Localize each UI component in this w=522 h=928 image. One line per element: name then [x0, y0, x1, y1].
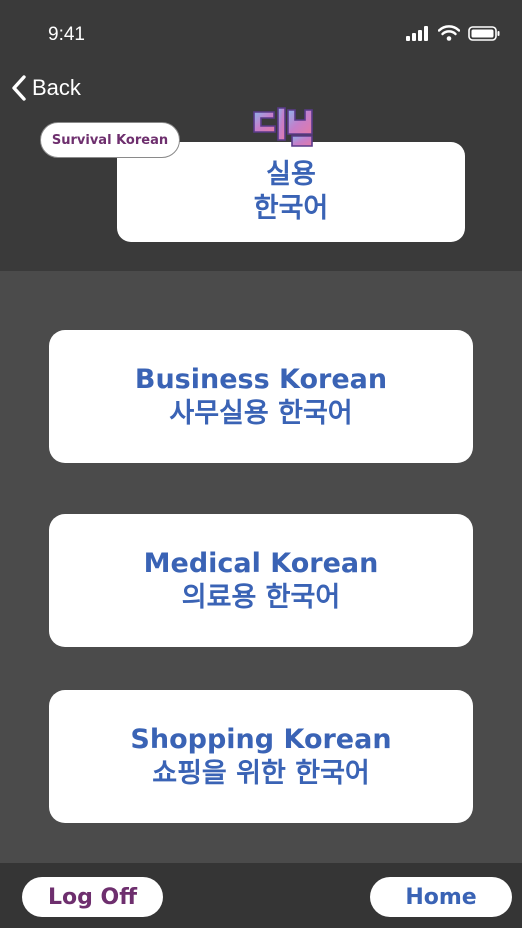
medical-korean-button[interactable]: Medical Korean 의료용 한국어 — [49, 514, 473, 647]
menu-item-subtitle: 쇼핑을 위한 한국어 — [152, 757, 370, 789]
logo-text-line2: 한국어 — [253, 193, 329, 224]
logo-text-line1: 실용 — [266, 159, 316, 190]
home-button[interactable]: Home — [370, 877, 512, 917]
battery-icon — [468, 25, 500, 41]
signal-icon — [406, 25, 428, 41]
menu-item-title: Shopping Korean — [130, 723, 392, 755]
wifi-icon — [438, 25, 460, 41]
footer: Log Off Home — [0, 863, 522, 928]
business-korean-button[interactable]: Business Korean 사무실용 한국어 — [49, 330, 473, 463]
menu-item-title: Medical Korean — [143, 547, 379, 579]
menu-item-title: Business Korean — [134, 363, 388, 395]
shopping-korean-button[interactable]: Shopping Korean 쇼핑을 위한 한국어 — [49, 690, 473, 823]
back-button[interactable]: Back — [10, 74, 81, 102]
header: 9:41 Back 실용 한국어 Survival Korean — [0, 0, 522, 271]
status-icons — [406, 25, 500, 41]
log-off-button[interactable]: Log Off — [22, 877, 163, 917]
menu-item-subtitle: 의료용 한국어 — [181, 581, 341, 613]
main-menu: Business Korean 사무실용 한국어 Medical Korean … — [0, 271, 522, 863]
menu-item-subtitle: 사무실용 한국어 — [169, 397, 353, 429]
survival-korean-badge: Survival Korean — [40, 122, 180, 158]
logo-mark-icon — [253, 107, 313, 147]
status-time: 9:41 — [48, 24, 85, 45]
back-label: Back — [32, 75, 81, 100]
chevron-left-icon — [12, 75, 26, 101]
app-logo-card: 실용 한국어 — [117, 142, 465, 242]
